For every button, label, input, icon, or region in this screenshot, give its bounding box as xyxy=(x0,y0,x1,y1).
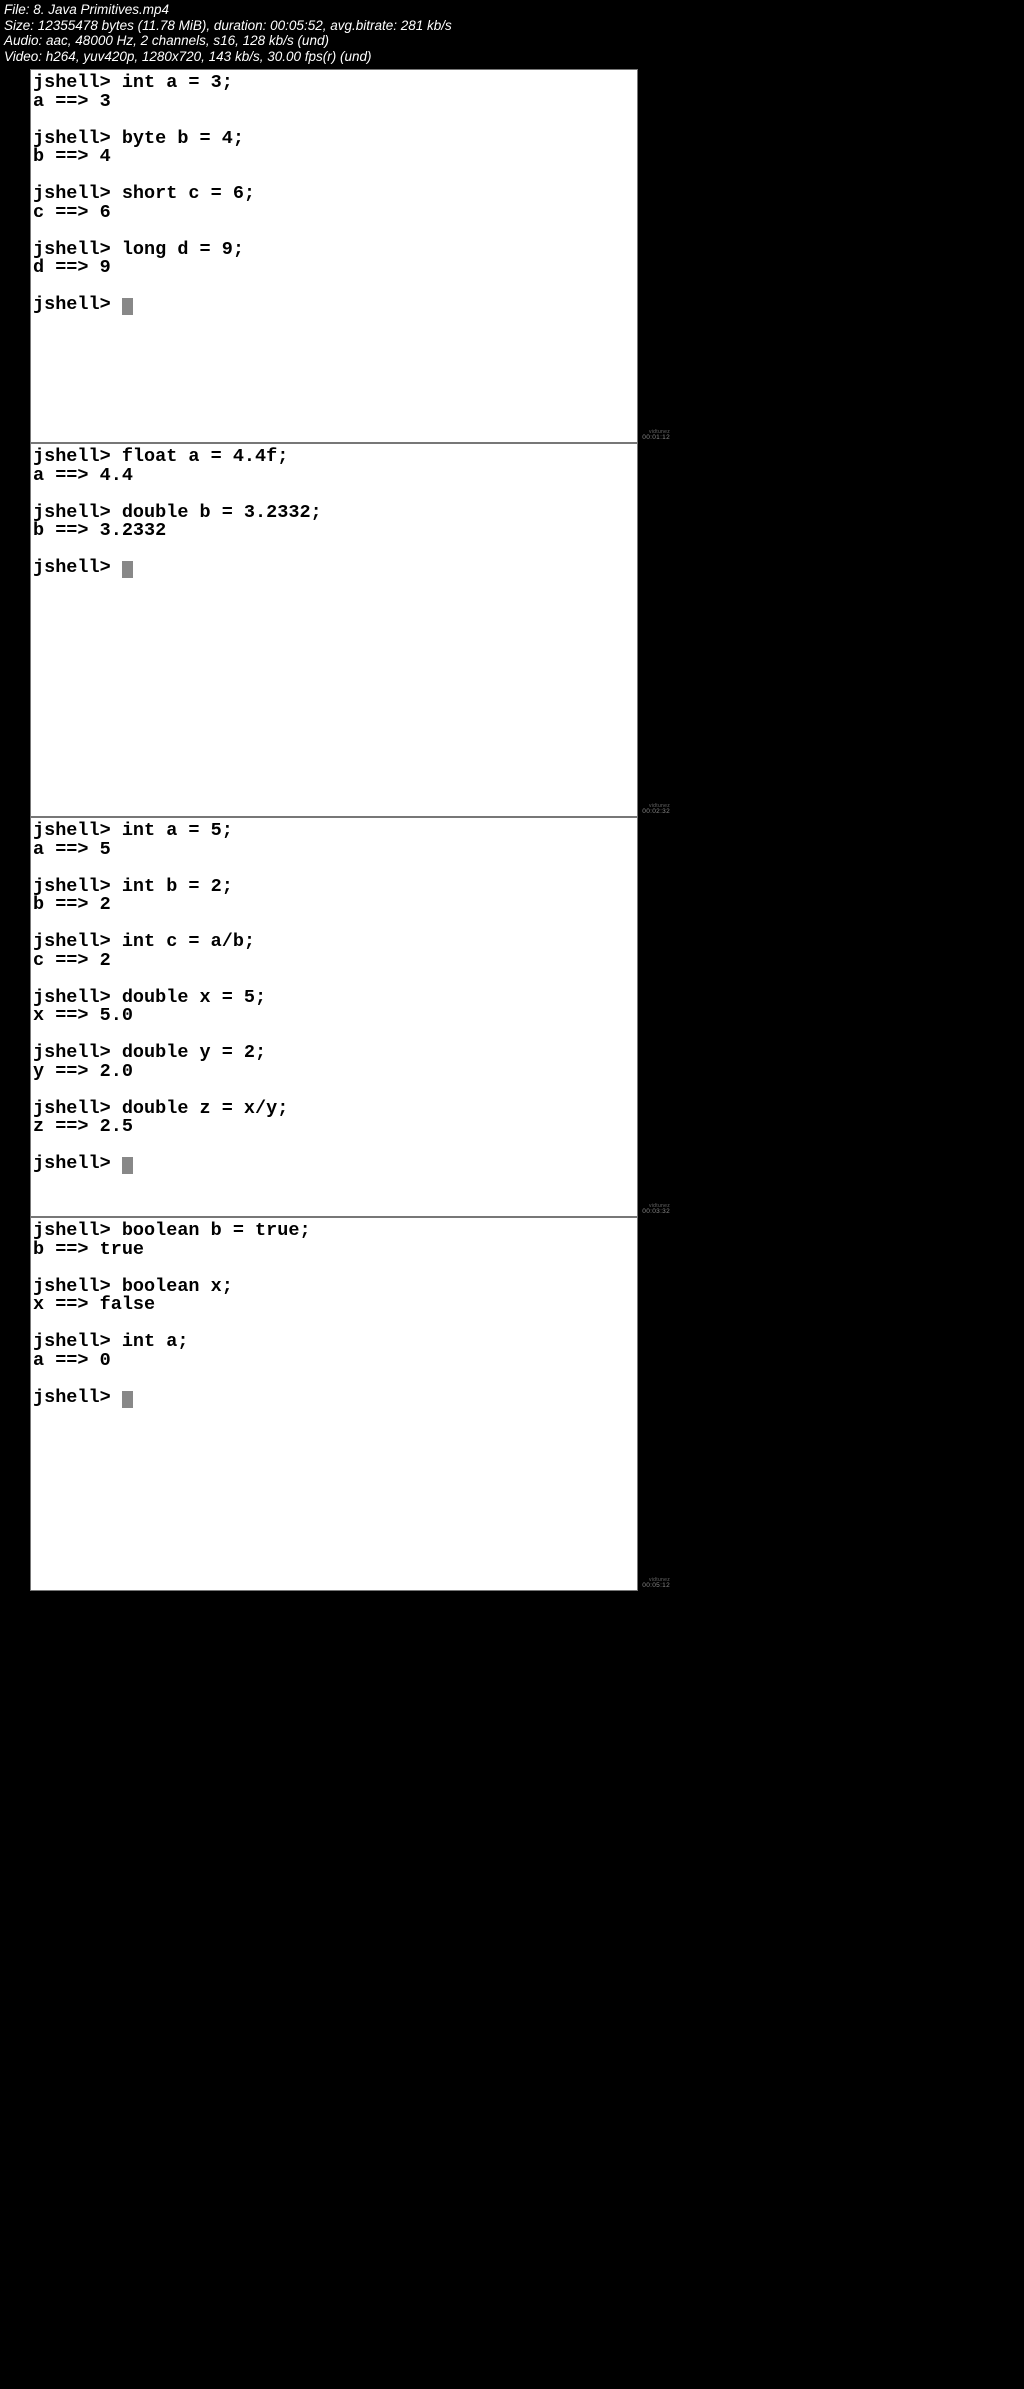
timestamp-text: 00:05:12 xyxy=(642,1583,670,1590)
frame-row: jshell> int a = 3; a ==> 3 jshell> byte … xyxy=(30,69,670,443)
terminal-frame: jshell> int a = 5; a ==> 5 jshell> int b… xyxy=(30,817,638,1217)
terminal-frame: jshell> float a = 4.4f; a ==> 4.4 jshell… xyxy=(30,443,638,817)
size-line: Size: 12355478 bytes (11.78 MiB), durati… xyxy=(4,18,1020,34)
timestamp-text: 00:01:12 xyxy=(642,435,670,442)
timestamp-overlay: vidtunez 00:01:12 xyxy=(642,430,670,442)
file-line: File: 8. Java Primitives.mp4 xyxy=(4,2,1020,18)
frame-row: jshell> float a = 4.4f; a ==> 4.4 jshell… xyxy=(30,443,670,817)
file-metadata-header: File: 8. Java Primitives.mp4 Size: 12355… xyxy=(0,0,1024,65)
timestamp-text: 00:03:32 xyxy=(642,1209,670,1216)
timestamp-overlay: vidtunez 00:05:12 xyxy=(642,1578,670,1590)
video-line: Video: h264, yuv420p, 1280x720, 143 kb/s… xyxy=(4,49,1020,65)
frame-row: jshell> int a = 5; a ==> 5 jshell> int b… xyxy=(30,817,670,1217)
timestamp-overlay: vidtunez 00:02:32 xyxy=(642,804,670,816)
frames-container: jshell> int a = 3; a ==> 3 jshell> byte … xyxy=(0,65,1024,1591)
terminal-frame: jshell> boolean b = true; b ==> true jsh… xyxy=(30,1217,638,1591)
audio-line: Audio: aac, 48000 Hz, 2 channels, s16, 1… xyxy=(4,33,1020,49)
terminal-frame: jshell> int a = 3; a ==> 3 jshell> byte … xyxy=(30,69,638,443)
timestamp-overlay: vidtunez 00:03:32 xyxy=(642,1204,670,1216)
timestamp-text: 00:02:32 xyxy=(642,809,670,816)
frame-row: jshell> boolean b = true; b ==> true jsh… xyxy=(30,1217,670,1591)
